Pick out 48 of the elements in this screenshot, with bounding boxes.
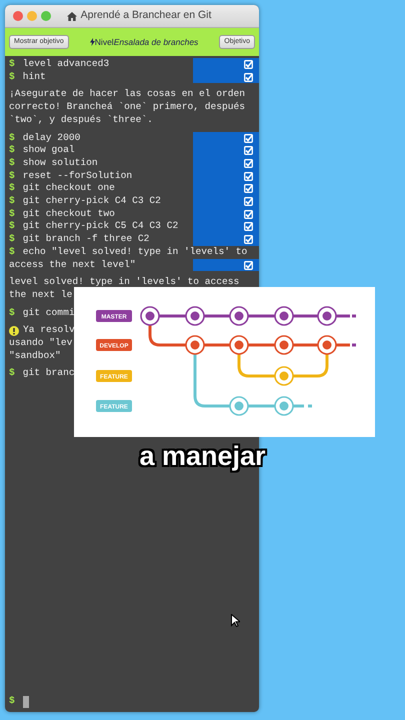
command-text: level advanced3 xyxy=(22,58,110,71)
home-icon xyxy=(66,12,77,20)
prompt-symbol: $ xyxy=(9,144,15,157)
prompt-symbol: $ xyxy=(9,695,15,708)
bolt-icon xyxy=(90,38,95,46)
command-text: delay 2000 xyxy=(22,132,80,144)
prompt-symbol: $ xyxy=(9,58,15,71)
command-text: git branc xyxy=(22,367,75,380)
command-text: echo "level solved! type in 'levels' to xyxy=(22,246,248,259)
command-text: git cherry-pick C4 C3 C2 xyxy=(22,195,161,208)
output-text: level solved! type in 'levels' to access xyxy=(9,276,240,289)
window-title: Aprendé a Branchear en Git xyxy=(80,8,212,24)
prompt-symbol: $ xyxy=(9,246,15,259)
warning-text: Ya resolv xyxy=(23,324,75,338)
prompt-symbol: $ xyxy=(9,195,15,208)
command-text: show goal xyxy=(22,144,75,157)
warning-text: "sandbox" xyxy=(9,350,61,362)
mouse-pointer-icon xyxy=(231,614,240,627)
command-text: reset --forSolution xyxy=(22,170,132,182)
command-text: access the next level" xyxy=(9,258,136,272)
output-text: ¡Asegurate de hacer las cosas en el orden xyxy=(9,88,246,102)
close-button[interactable] xyxy=(13,11,23,21)
level-label: Nivel xyxy=(94,36,114,48)
prompt-symbol: $ xyxy=(9,220,15,234)
prompt-symbol: $ xyxy=(9,208,15,220)
maximize-button[interactable] xyxy=(41,11,51,21)
prompt-symbol: $ xyxy=(9,156,15,170)
prompt-symbol: $ xyxy=(9,182,15,196)
command-text: hint xyxy=(22,70,46,84)
output-text: correcto! Brancheá `one` primero, después xyxy=(9,101,246,114)
prompt-symbol: $ xyxy=(9,233,15,246)
warning-icon xyxy=(9,326,19,336)
prompt-symbol: $ xyxy=(9,367,15,380)
prompt-symbol: $ xyxy=(9,170,15,182)
command-text: git checkout two xyxy=(22,208,115,220)
prompt-symbol: $ xyxy=(9,306,15,320)
warning-text: usando "lev xyxy=(9,337,72,350)
command-text: git branch -f three C2 xyxy=(22,233,150,246)
output-text: the next le xyxy=(9,288,74,302)
level-name: Ensalada de branches xyxy=(114,36,198,48)
command-text: git checkout one xyxy=(22,182,115,196)
prompt-symbol: $ xyxy=(9,70,15,84)
command-text: git cherry-pick C5 C4 C3 C2 xyxy=(22,220,178,234)
command-text: show solution xyxy=(22,156,98,170)
minimize-button[interactable] xyxy=(27,11,37,21)
output-text: `two`, y después `three`. xyxy=(9,114,154,127)
text-cursor xyxy=(22,696,29,708)
prompt-symbol: $ xyxy=(9,132,15,144)
